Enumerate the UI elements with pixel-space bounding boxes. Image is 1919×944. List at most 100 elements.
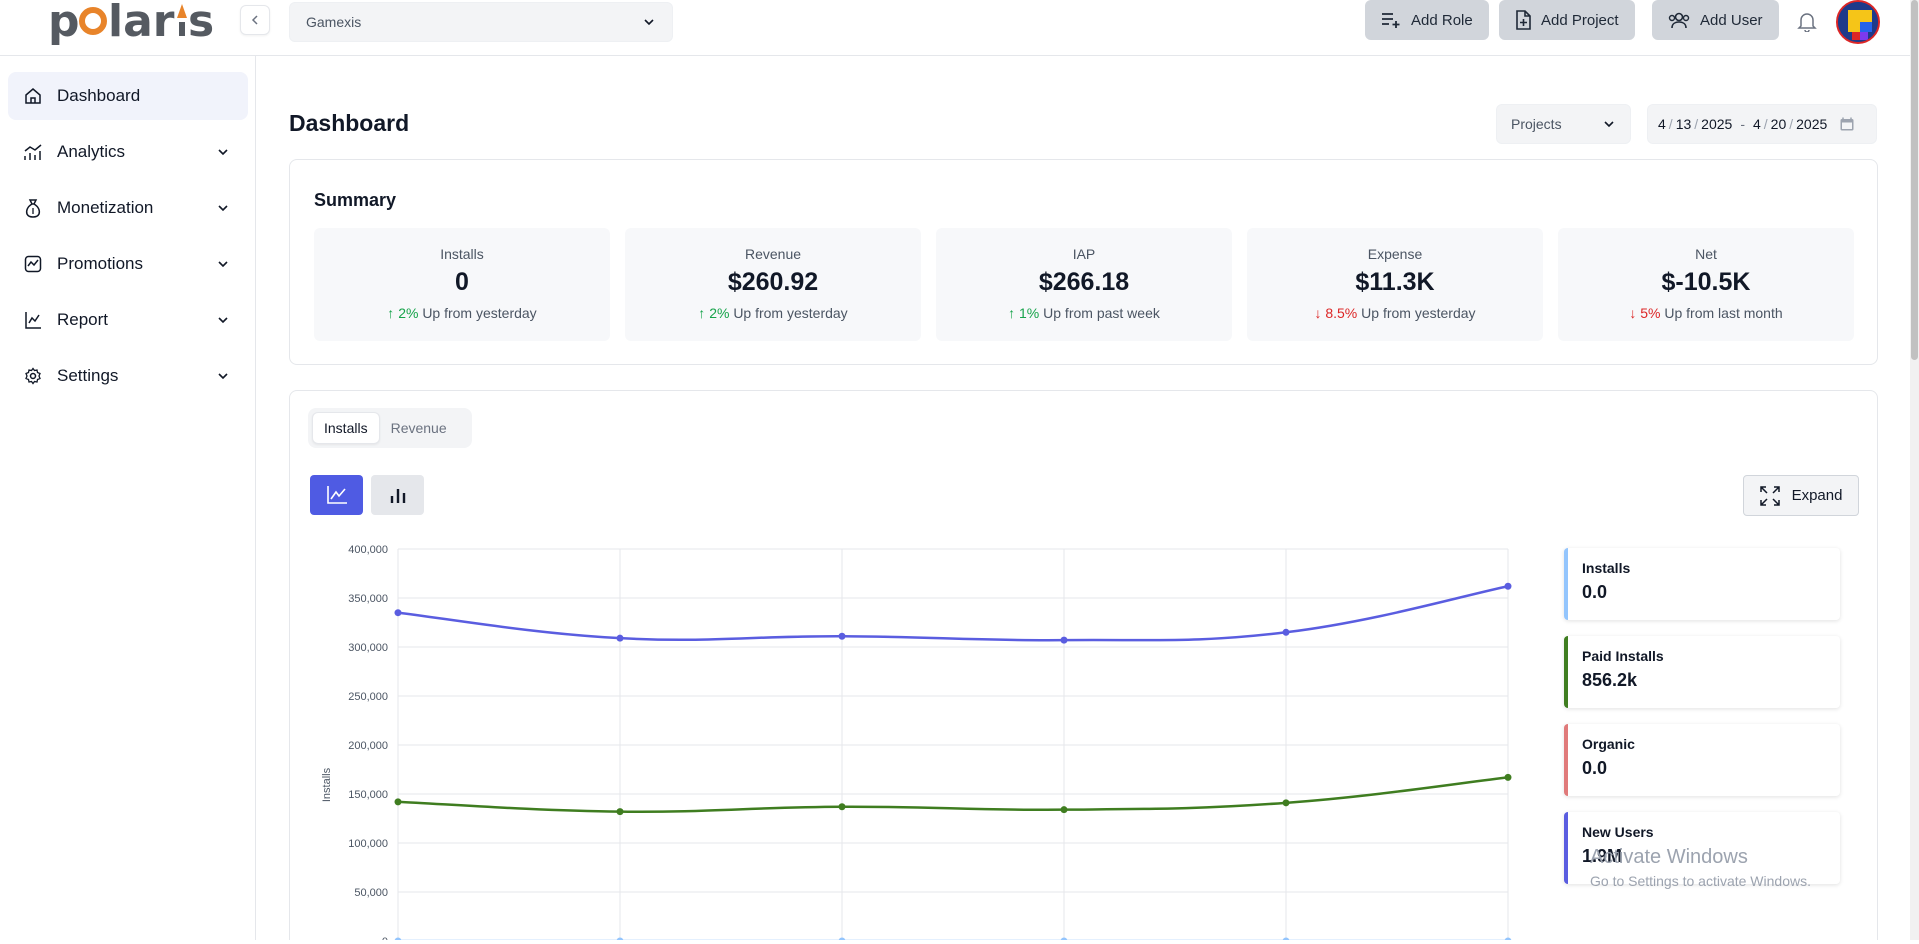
stat-value: $-10.5K: [1661, 268, 1751, 296]
stat-label: IAP: [1072, 246, 1096, 262]
projects-filter-select[interactable]: Projects: [1496, 104, 1631, 144]
stat-change-note: Up from last month: [1664, 305, 1783, 321]
stat-change-pct: 1%: [1019, 305, 1040, 321]
stat-change-pct: 2%: [709, 305, 730, 321]
stat-label: Revenue: [744, 246, 802, 262]
y-axis-label: Installs: [321, 767, 333, 802]
project-select[interactable]: Gamexis: [289, 2, 673, 42]
chevron-down-icon: [218, 205, 228, 212]
data-point: [1060, 806, 1068, 814]
chevron-down-icon: [1604, 121, 1614, 128]
calendar-icon[interactable]: [1839, 116, 1855, 132]
legend-name: Installs: [1582, 560, 1631, 576]
stat-change-note: Up from yesterday: [422, 305, 537, 321]
projects-filter-value: Projects: [1511, 116, 1562, 132]
stat-change-pct: 5%: [1640, 305, 1661, 321]
stat-revenue: Revenue $260.92 ↑ 2% Up from yesterday: [625, 228, 921, 341]
stat-value: $11.3K: [1355, 268, 1435, 296]
app-root: p lar s Gamexis Add Role Add Project Add: [0, 0, 1919, 944]
expand-label: Expand: [1791, 487, 1843, 504]
arrow-up-icon: ↑: [387, 305, 395, 321]
data-point: [394, 798, 402, 806]
page-scrollbar[interactable]: [1910, 0, 1919, 944]
data-point: [1282, 628, 1290, 636]
date-range-picker[interactable]: 4/ 13/ 2025 - 4/ 20/ 2025: [1647, 104, 1877, 144]
stat-net: Net $-10.5K ↓ 5% Up from last month: [1558, 228, 1854, 341]
sidebar-item-label: Promotions: [57, 254, 143, 273]
sidebar-item-report[interactable]: Report: [8, 296, 248, 344]
y-tick-label: 50,000: [354, 887, 388, 899]
sidebar-item-settings[interactable]: Settings: [8, 352, 248, 400]
legend-item-paid-installs[interactable]: Paid Installs 856.2k: [1564, 636, 1840, 708]
chevron-down-icon: [644, 19, 654, 26]
add-user-label: Add User: [1700, 11, 1763, 29]
stat-change-pct: 8.5%: [1325, 305, 1358, 321]
start-year[interactable]: 2025: [1701, 116, 1732, 132]
stat-installs: Installs 0 ↑ 2% Up from yesterday: [314, 228, 610, 341]
notifications-button[interactable]: [1796, 10, 1818, 33]
stat-change-note: Up from past week: [1043, 305, 1160, 321]
legend-item-organic[interactable]: Organic 0.0: [1564, 724, 1840, 796]
polaris-logo[interactable]: p lar s: [48, 0, 218, 46]
legend-value: 0.0: [1582, 758, 1608, 778]
end-day[interactable]: 20: [1771, 116, 1787, 132]
stat-iap: IAP $266.18 ↑ 1% Up from past week: [936, 228, 1232, 341]
scrollbar-thumb[interactable]: [1911, 0, 1918, 360]
sidebar-item-promotions[interactable]: Promotions: [8, 240, 248, 288]
add-user-button[interactable]: Add User: [1652, 0, 1779, 40]
sidebar-item-analytics[interactable]: Analytics: [8, 128, 248, 176]
money-bag-icon: [23, 198, 43, 218]
arrow-up-icon: ↑: [698, 305, 706, 321]
chevron-down-icon: [218, 261, 228, 268]
legend-item-installs[interactable]: Installs 0.0: [1564, 548, 1840, 620]
chart-card: Installs Revenue Expand 050,000100,00015…: [289, 390, 1878, 944]
svg-text:p: p: [48, 0, 80, 46]
legend-value: 856.2k: [1582, 670, 1638, 690]
series-line-new-users: [397, 585, 1509, 642]
legend-name: New Users: [1582, 824, 1654, 840]
expand-button[interactable]: Expand: [1743, 475, 1859, 516]
stat-change: ↑ 1% Up from past week: [936, 305, 1232, 321]
stat-change-note: Up from yesterday: [1361, 305, 1476, 321]
sidebar-item-dashboard[interactable]: Dashboard: [8, 72, 248, 120]
svg-text:s: s: [188, 0, 214, 46]
arrow-down-icon: ↓: [1629, 305, 1637, 321]
avatar[interactable]: [1836, 0, 1880, 44]
data-point: [616, 634, 624, 642]
summary-title: Summary: [314, 190, 397, 210]
chevron-left-icon: [251, 15, 258, 25]
start-day[interactable]: 13: [1676, 116, 1692, 132]
stat-change: ↓ 8.5% Up from yesterday: [1247, 305, 1543, 321]
chevron-down-icon: [218, 149, 228, 156]
file-plus-icon: [1516, 10, 1531, 30]
data-point: [838, 632, 846, 640]
top-bar: p lar s Gamexis Add Role Add Project Add: [0, 0, 1910, 56]
add-project-button[interactable]: Add Project: [1499, 0, 1635, 40]
legend-item-new-users[interactable]: New Users 1.9M: [1564, 812, 1840, 884]
y-tick-label: 350,000: [348, 593, 388, 605]
list-plus-icon: [1382, 13, 1400, 28]
end-month[interactable]: 4: [1753, 116, 1761, 132]
stat-value: $260.92: [727, 268, 819, 296]
report-icon: [23, 310, 43, 330]
chevron-down-icon: [218, 373, 228, 380]
stat-change: ↑ 2% Up from yesterday: [625, 305, 921, 321]
add-project-label: Add Project: [1541, 11, 1619, 29]
data-point: [1060, 636, 1068, 644]
stat-value: 0: [455, 268, 469, 296]
data-point: [1504, 582, 1512, 590]
bottom-edge: [0, 940, 1919, 944]
start-month[interactable]: 4: [1658, 116, 1666, 132]
sidebar-item-label: Analytics: [57, 142, 126, 161]
y-tick-label: 200,000: [348, 740, 388, 752]
end-year[interactable]: 2025: [1796, 116, 1827, 132]
stat-change: ↑ 2% Up from yesterday: [314, 305, 610, 321]
sidebar-item-monetization[interactable]: Monetization: [8, 184, 248, 232]
collapse-sidebar-button[interactable]: [240, 5, 270, 35]
arrow-up-icon: ↑: [1008, 305, 1016, 321]
add-role-button[interactable]: Add Role: [1365, 0, 1489, 40]
stat-label: Expense: [1367, 246, 1423, 262]
add-role-label: Add Role: [1411, 11, 1473, 29]
stat-change-pct: 2%: [398, 305, 419, 321]
legend-value: 0.0: [1582, 582, 1608, 602]
